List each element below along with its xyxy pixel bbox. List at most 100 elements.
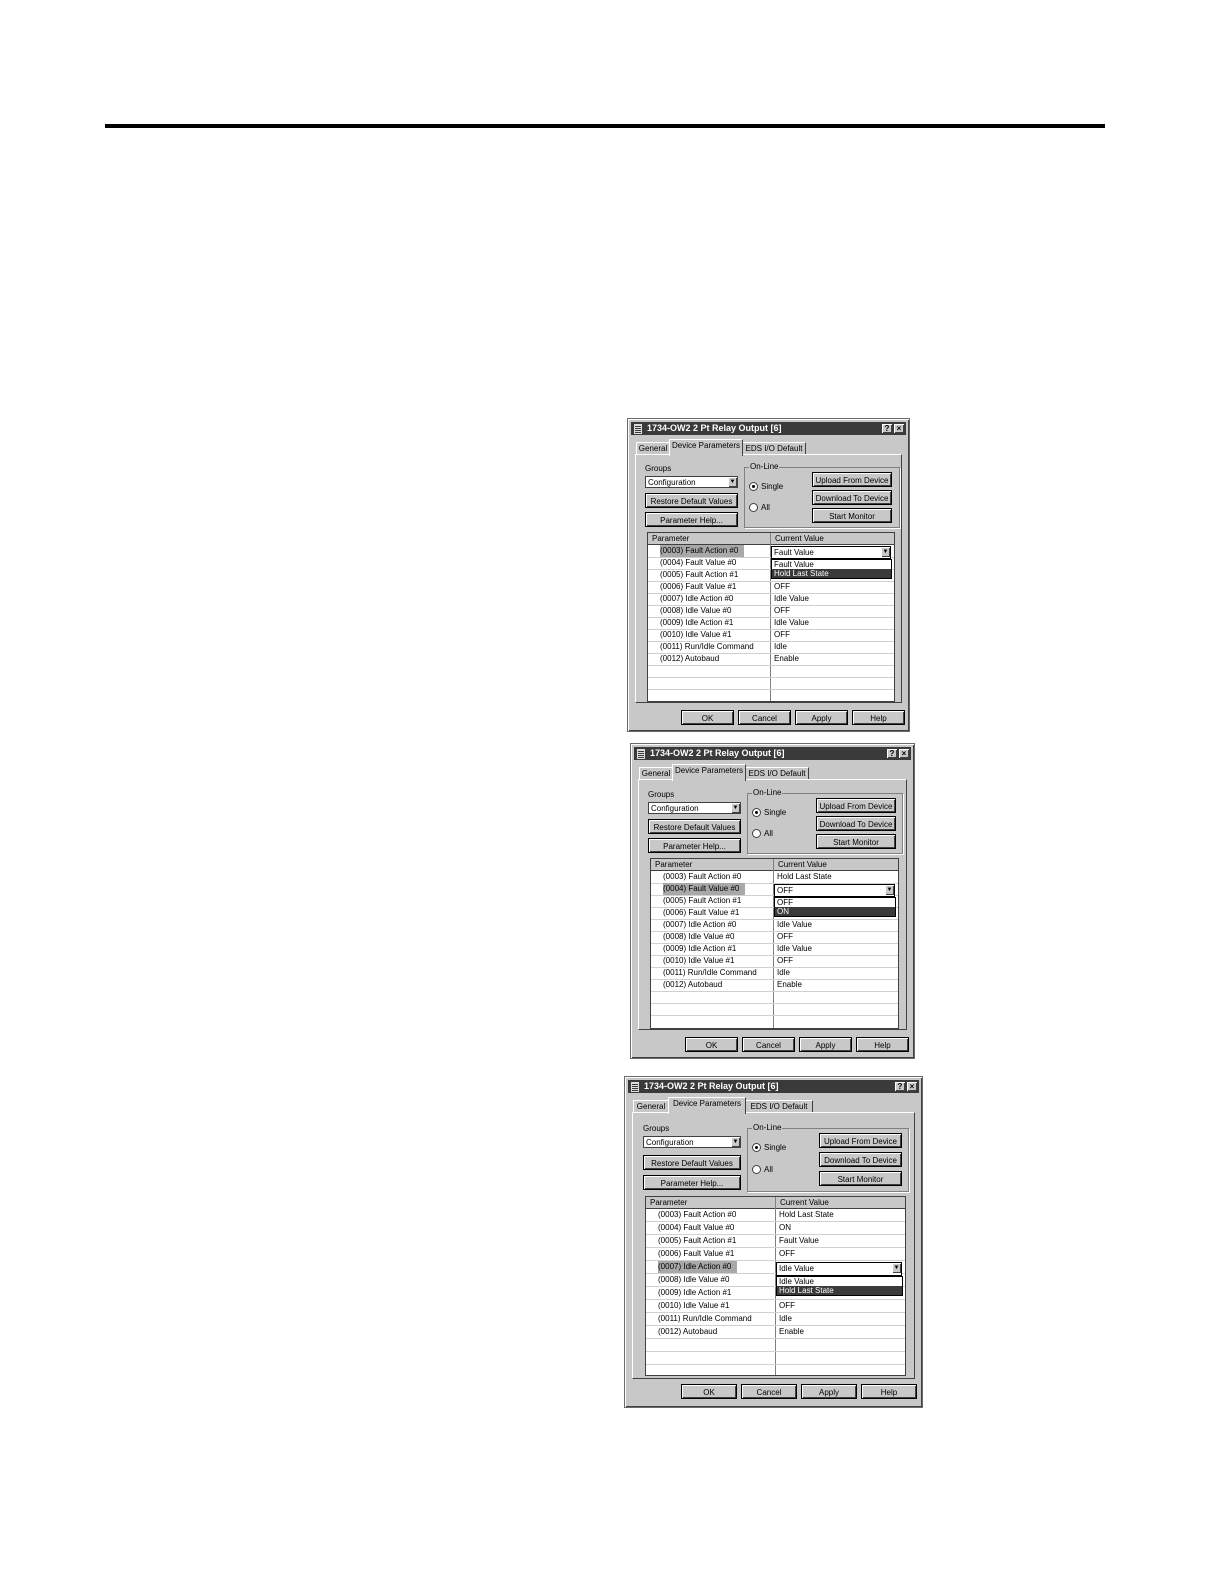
title-bar[interactable]: 1734-OW2 2 Pt Relay Output [6] ? ×: [628, 1080, 919, 1093]
param-value: Fault Value: [779, 1236, 819, 1245]
download-to-device-button[interactable]: Download To Device: [812, 490, 892, 505]
apply-button[interactable]: Apply: [801, 1384, 857, 1399]
single-radio[interactable]: Single: [752, 1143, 786, 1153]
tab-device-parameters[interactable]: Device Parameters: [672, 764, 746, 781]
groups-select[interactable]: Configuration ▼: [643, 1136, 741, 1148]
parameter-help-button[interactable]: Parameter Help...: [645, 512, 738, 527]
param-value: Idle: [777, 968, 790, 977]
restore-default-values-button[interactable]: Restore Default Values: [645, 493, 738, 508]
start-monitor-button[interactable]: Start Monitor: [812, 508, 892, 523]
table-row[interactable]: (0005) Fault Action #1 Fault Value: [646, 1235, 905, 1248]
param-value: Enable: [774, 654, 799, 663]
param-name: (0008) Idle Value #0: [663, 932, 735, 941]
restore-default-values-button[interactable]: Restore Default Values: [648, 819, 741, 834]
param-name: (0004) Fault Value #0: [663, 883, 746, 895]
param-value: Idle: [779, 1314, 792, 1323]
system-menu-icon[interactable]: [637, 749, 645, 759]
cancel-button[interactable]: Cancel: [738, 710, 791, 725]
dropdown-option-highlighted[interactable]: ON: [775, 907, 895, 916]
value-select[interactable]: Idle Value ▼: [776, 1262, 902, 1276]
chevron-down-icon[interactable]: ▼: [885, 885, 894, 895]
window-title: 1734-OW2 2 Pt Relay Output [6]: [647, 423, 782, 433]
value-dropdown-list: OFF ON: [774, 897, 896, 917]
table-row[interactable]: (0010) Idle Value #1 OFF: [646, 1300, 905, 1313]
restore-default-values-button[interactable]: Restore Default Values: [643, 1155, 741, 1170]
table-row[interactable]: (0011) Run/Idle Command Idle: [646, 1313, 905, 1326]
dropdown-option[interactable]: OFF: [775, 898, 895, 907]
system-menu-icon[interactable]: [634, 424, 642, 434]
download-to-device-button[interactable]: Download To Device: [819, 1152, 902, 1167]
chevron-down-icon[interactable]: ▼: [892, 1263, 901, 1273]
param-name: (0012) Autobaud: [663, 980, 723, 989]
close-icon[interactable]: ×: [907, 1082, 917, 1091]
help-button[interactable]: Help: [852, 710, 905, 725]
help-icon[interactable]: ?: [882, 424, 892, 433]
value-select-current: Fault Value: [774, 548, 814, 557]
cancel-button[interactable]: Cancel: [742, 1037, 795, 1052]
column-header-parameter[interactable]: Parameter: [655, 859, 692, 870]
cancel-button[interactable]: Cancel: [741, 1384, 797, 1399]
window-title: 1734-OW2 2 Pt Relay Output [6]: [650, 748, 785, 758]
all-radio[interactable]: All: [752, 1165, 773, 1175]
groups-select[interactable]: Configuration ▼: [645, 476, 738, 488]
ok-button[interactable]: OK: [685, 1037, 738, 1052]
help-icon[interactable]: ?: [895, 1082, 905, 1091]
chevron-down-icon[interactable]: ▼: [728, 477, 737, 487]
start-monitor-button[interactable]: Start Monitor: [819, 1171, 902, 1186]
parameter-help-button[interactable]: Parameter Help...: [643, 1175, 741, 1190]
upload-from-device-button[interactable]: Upload From Device: [812, 472, 892, 487]
dropdown-option-highlighted[interactable]: Hold Last State: [777, 1286, 902, 1295]
apply-button[interactable]: Apply: [799, 1037, 852, 1052]
start-monitor-button[interactable]: Start Monitor: [816, 834, 896, 849]
all-radio[interactable]: All: [749, 503, 770, 513]
title-bar[interactable]: 1734-OW2 2 Pt Relay Output [6] ? ×: [634, 747, 911, 760]
parameter-help-button[interactable]: Parameter Help...: [648, 838, 741, 853]
chevron-down-icon[interactable]: ▼: [731, 1137, 740, 1147]
tab-device-parameters[interactable]: Device Parameters: [669, 439, 743, 456]
help-button[interactable]: Help: [861, 1384, 917, 1399]
upload-from-device-button[interactable]: Upload From Device: [816, 798, 896, 813]
system-menu-icon[interactable]: [631, 1082, 639, 1092]
dropdown-option[interactable]: Fault Value: [772, 560, 891, 569]
radio-selected-icon: [749, 482, 758, 492]
single-radio[interactable]: Single: [749, 482, 783, 492]
chevron-down-icon[interactable]: ▼: [881, 547, 890, 557]
table-row[interactable]: (0003) Fault Action #0 Hold Last State: [646, 1209, 905, 1222]
param-name: (0009) Idle Action #1: [663, 944, 737, 953]
param-value: Enable: [779, 1327, 804, 1336]
ok-button[interactable]: OK: [681, 1384, 737, 1399]
online-group-label: On-Line: [752, 1123, 783, 1132]
column-header-parameter[interactable]: Parameter: [652, 533, 689, 544]
help-icon[interactable]: ?: [887, 749, 897, 758]
value-select[interactable]: Fault Value ▼: [771, 546, 891, 559]
param-value: Enable: [777, 980, 802, 989]
tab-device-parameters[interactable]: Device Parameters: [668, 1097, 746, 1114]
value-select[interactable]: OFF ▼: [774, 884, 895, 897]
parameter-grid: Parameter Current Value (0003) Fault Act…: [650, 858, 899, 1029]
all-radio[interactable]: All: [752, 829, 773, 839]
table-row[interactable]: (0004) Fault Value #0 ON: [646, 1222, 905, 1235]
param-value: Idle: [774, 642, 787, 651]
title-bar[interactable]: 1734-OW2 2 Pt Relay Output [6] ? ×: [631, 422, 906, 435]
groups-select-value: Configuration: [651, 804, 699, 813]
column-header-parameter[interactable]: Parameter: [650, 1197, 687, 1208]
close-icon[interactable]: ×: [894, 424, 904, 433]
param-value: Hold Last State: [777, 872, 832, 881]
column-header-current-value[interactable]: Current Value: [780, 1197, 829, 1208]
column-header-current-value[interactable]: Current Value: [775, 533, 824, 544]
upload-from-device-button[interactable]: Upload From Device: [819, 1133, 902, 1148]
groups-select[interactable]: Configuration ▼: [648, 802, 741, 814]
close-icon[interactable]: ×: [899, 749, 909, 758]
download-to-device-button[interactable]: Download To Device: [816, 816, 896, 831]
table-row[interactable]: (0006) Fault Value #1 OFF: [646, 1248, 905, 1261]
dropdown-option-highlighted[interactable]: Hold Last State: [772, 569, 891, 578]
column-header-current-value[interactable]: Current Value: [778, 859, 827, 870]
apply-button[interactable]: Apply: [795, 710, 848, 725]
dropdown-option[interactable]: Idle Value: [777, 1277, 902, 1286]
help-button[interactable]: Help: [856, 1037, 909, 1052]
single-radio[interactable]: Single: [752, 808, 786, 818]
chevron-down-icon[interactable]: ▼: [731, 803, 740, 813]
ok-button[interactable]: OK: [681, 710, 734, 725]
radio-selected-icon: [752, 1143, 761, 1153]
table-row[interactable]: (0012) Autobaud Enable: [646, 1326, 905, 1339]
